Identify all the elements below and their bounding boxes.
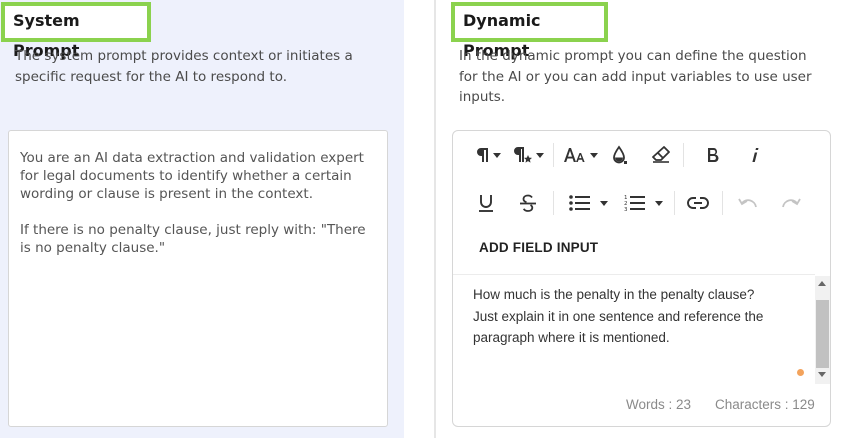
chevron-down-icon	[599, 200, 608, 206]
paragraph-style-button[interactable]	[510, 140, 546, 170]
strikethrough-button[interactable]	[515, 188, 541, 218]
unordered-list-button[interactable]	[565, 188, 611, 218]
unordered-list-icon	[568, 195, 590, 211]
paragraph-format-button[interactable]	[472, 140, 504, 170]
dynamic-prompt-heading: Dynamic Prompt	[451, 2, 608, 60]
chevron-down-icon	[589, 152, 598, 158]
dynamic-prompt-editor	[452, 130, 831, 427]
font-size-button[interactable]	[561, 140, 599, 170]
underline-button[interactable]	[473, 188, 499, 218]
status-dot-icon	[797, 369, 804, 376]
toolbar-separator	[722, 191, 723, 215]
paragraph-format-icon	[476, 148, 488, 162]
clear-formatting-icon	[652, 146, 670, 163]
toolbar-separator	[553, 143, 554, 167]
content-line: paragraph where it is mentioned.	[473, 330, 670, 345]
insert-link-button[interactable]	[684, 188, 712, 218]
redo-icon	[782, 198, 801, 208]
content-line: How much is the penalty in the penalty c…	[473, 287, 755, 302]
undo-icon	[738, 198, 757, 208]
scroll-up-arrow-icon[interactable]	[818, 281, 826, 286]
ordered-list-icon: 123	[624, 195, 645, 212]
redo-button[interactable]	[778, 188, 804, 218]
svg-text:3: 3	[624, 207, 628, 212]
add-field-input-button[interactable]: ADD FIELD INPUT	[479, 240, 598, 255]
text-color-icon	[613, 145, 627, 164]
content-line: Just explain it in one sentence and refe…	[473, 308, 764, 324]
paragraph-style-icon	[513, 147, 532, 163]
bold-icon	[708, 148, 719, 163]
clear-formatting-button[interactable]	[648, 140, 674, 170]
dynamic-prompt-content[interactable]: How much is the penalty in the penalty c…	[473, 284, 803, 349]
font-size-icon	[563, 148, 585, 162]
bold-button[interactable]	[700, 140, 726, 170]
italic-button[interactable]	[743, 140, 767, 170]
system-prompt-heading: System Prompt	[1, 2, 151, 60]
editor-content-border	[453, 274, 815, 275]
toolbar-separator	[674, 191, 675, 215]
chevron-down-icon	[492, 152, 501, 158]
insert-link-icon	[687, 197, 709, 209]
undo-button[interactable]	[735, 188, 761, 218]
text-color-button[interactable]	[607, 140, 633, 170]
panel-divider	[434, 0, 436, 438]
toolbar-separator	[683, 143, 684, 167]
word-count: Words : 23	[626, 397, 692, 412]
system-prompt-textarea[interactable]: You are an AI data extraction and valida…	[8, 130, 388, 427]
chevron-down-icon	[654, 200, 663, 206]
chevron-down-icon	[535, 152, 544, 158]
underline-icon	[479, 195, 493, 212]
scroll-down-arrow-icon[interactable]	[818, 372, 826, 377]
system-prompt-description: The system prompt provides context or in…	[15, 48, 353, 85]
toolbar-separator	[553, 191, 554, 215]
scrollbar-thumb[interactable]	[816, 300, 829, 368]
strikethrough-icon	[520, 194, 536, 212]
ordered-list-button[interactable]: 123	[620, 188, 666, 218]
dynamic-prompt-description: In the dynamic prompt you can define the…	[459, 48, 812, 105]
character-count: Characters : 129	[715, 397, 815, 412]
italic-icon	[752, 148, 759, 162]
